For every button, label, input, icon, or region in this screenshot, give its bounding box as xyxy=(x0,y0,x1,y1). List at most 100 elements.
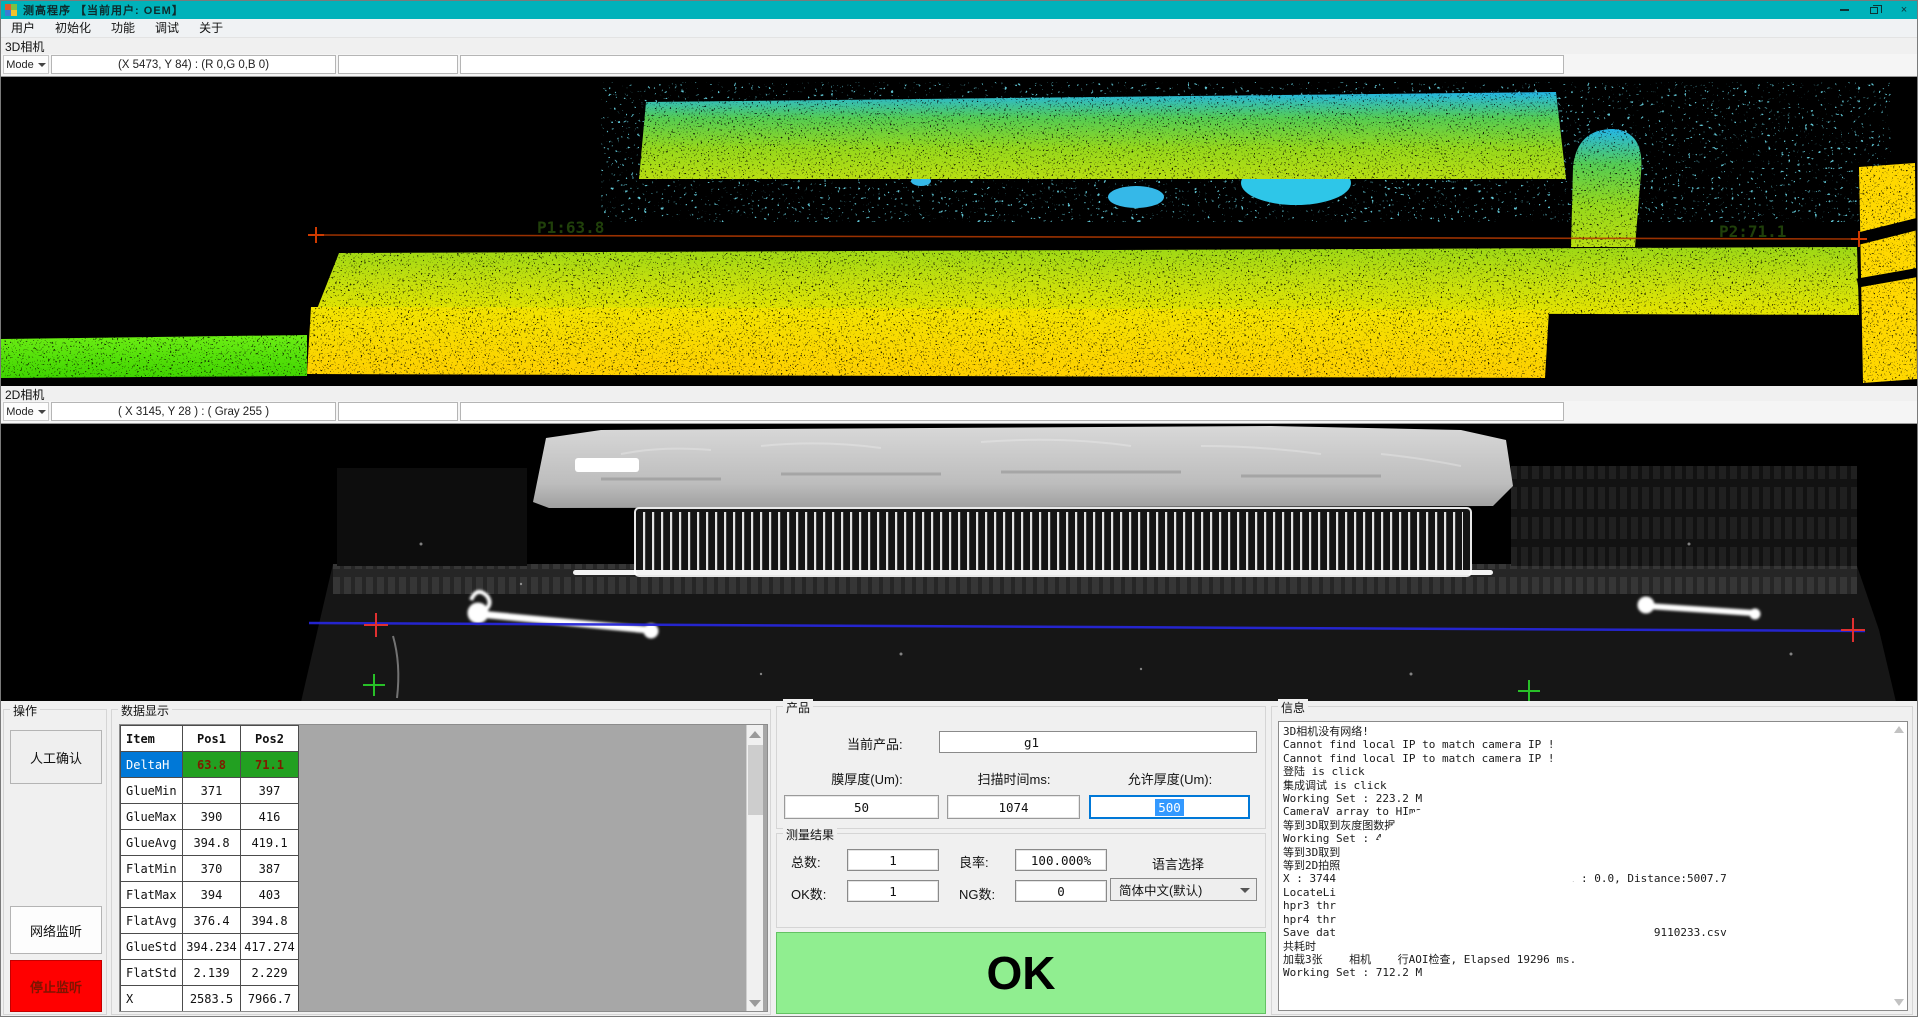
image-viewer-3d[interactable]: P1:63.8 P2:71.1 xyxy=(1,76,1918,386)
title-bar: 测高程序 【当前用户: OEM】 × xyxy=(1,1,1918,19)
product-title: 产品 xyxy=(783,699,813,716)
status-box-3d-3 xyxy=(460,55,1564,74)
current-product-field[interactable]: g1 xyxy=(939,731,1257,753)
ng-count-label: NG数: xyxy=(959,884,995,903)
mode-dropdown-2d[interactable]: Mode xyxy=(3,402,49,421)
film-thickness-label: 膜厚度(Um): xyxy=(797,769,937,788)
info-group: 信息 3D相机没有网络!Cannot find local IP to matc… xyxy=(1271,706,1913,1015)
scroll-down-icon[interactable] xyxy=(1894,999,1904,1006)
status-box-3d-2 xyxy=(338,55,458,74)
table-row[interactable]: GlueMin 371 397 xyxy=(121,778,299,804)
ng-count-field[interactable]: 0 xyxy=(1015,880,1107,902)
table-row[interactable]: FlatAvg 376.4 394.8 xyxy=(121,908,299,934)
manual-confirm-button[interactable]: 人工确认 xyxy=(10,730,102,784)
menu-function[interactable]: 功能 xyxy=(101,19,145,38)
allowed-thickness-field[interactable]: 500 xyxy=(1089,795,1250,819)
scroll-up-icon[interactable] xyxy=(1894,726,1904,733)
log-line: 集成调试 is click xyxy=(1283,779,1887,792)
table-row[interactable]: GlueAvg 394.8 419.1 xyxy=(121,830,299,856)
table-row[interactable]: GlueStd 394.234 417.274 xyxy=(121,934,299,960)
menu-about[interactable]: 关于 xyxy=(189,19,233,38)
data-grid[interactable]: Item Pos1 Pos2 DeltaH 63.8 71.1 xyxy=(119,724,768,1012)
current-product-label: 当前产品: xyxy=(847,734,937,753)
bottom-panel: 操作 人工确认 网络监听 停止监听 数据显示 Item Pos1 Pos2 xyxy=(1,701,1918,1017)
col-item: Item xyxy=(121,726,183,752)
col-pos1: Pos1 xyxy=(183,726,241,752)
results-title: 测量结果 xyxy=(783,826,837,843)
status-box-2d-2 xyxy=(338,402,458,421)
menu-debug[interactable]: 调试 xyxy=(145,19,189,38)
status-box-2d-3 xyxy=(460,402,1564,421)
mode-dropdown-3d[interactable]: Mode xyxy=(3,55,49,74)
camera-2d-label: 2D相机 xyxy=(1,386,1918,402)
total-label: 总数: xyxy=(791,852,821,871)
allowed-thickness-label: 允许厚度(Um): xyxy=(1095,769,1245,788)
table-row[interactable]: FlatMin 370 387 xyxy=(121,856,299,882)
ok-count-label: OK数: xyxy=(791,884,826,903)
camera-2d-toolbar: Mode ( X 3145, Y 28 ) : ( Gray 255 ) xyxy=(1,401,1918,423)
table-row[interactable]: FlatStd 2.139 2.229 xyxy=(121,960,299,986)
log-line: 等到3D取到灰度图数据。 xyxy=(1283,819,1887,832)
ok-count-field[interactable]: 1 xyxy=(847,880,939,902)
scan-time-field[interactable]: 1074 xyxy=(947,795,1080,819)
menu-user[interactable]: 用户 xyxy=(1,19,45,38)
yield-label: 良率: xyxy=(959,852,989,871)
yield-field[interactable]: 100.000% xyxy=(1015,849,1107,871)
operations-group: 操作 人工确认 网络监听 停止监听 xyxy=(3,709,107,1015)
p2-measure-label: P2:71.1 xyxy=(1719,222,1786,241)
log-line: Working Set : 421.0 M xyxy=(1283,832,1887,845)
log-line: 共耗时 xyxy=(1283,940,1887,953)
app-window: 测高程序 【当前用户: OEM】 × 用户 初始化 功能 调试 关于 3D相机 … xyxy=(0,0,1918,1017)
p1-measure-label: P1:63.8 xyxy=(537,218,604,237)
menu-bar: 用户 初始化 功能 调试 关于 xyxy=(1,19,1918,38)
pixel-status-2d: ( X 3145, Y 28 ) : ( Gray 255 ) xyxy=(51,402,336,421)
product-group: 产品 当前产品: g1 膜厚度(Um): 扫描时间ms: 允许厚度(Um): 5… xyxy=(776,706,1266,829)
pixel-status-3d: (X 5473, Y 84) : (R 0,G 0,B 0) xyxy=(51,55,336,74)
chevron-down-icon xyxy=(38,63,46,67)
restore-button[interactable] xyxy=(1859,1,1889,19)
image-viewer-2d[interactable] xyxy=(1,423,1918,701)
film-thickness-field[interactable]: 50 xyxy=(784,795,939,819)
camera-3d-toolbar: Mode (X 5473, Y 84) : (R 0,G 0,B 0) xyxy=(1,54,1918,76)
col-pos2: Pos2 xyxy=(241,726,299,752)
language-select[interactable]: 简体中文(默认) xyxy=(1110,878,1257,901)
log-line: Cannot find local IP to match camera IP … xyxy=(1283,752,1887,765)
table-header-row: Item Pos1 Pos2 xyxy=(121,726,299,752)
close-button[interactable]: × xyxy=(1889,1,1918,19)
camera-3d-label: 3D相机 xyxy=(1,38,1918,54)
log-line: Cannot find local IP to match camera IP … xyxy=(1283,738,1887,751)
log-line: 登陆 is click xyxy=(1283,765,1887,778)
log-line: CameraV array to HImage time : 3 ms xyxy=(1283,805,1887,818)
grayscale-2d xyxy=(1,424,1918,702)
log-line: Working Set : 223.2 M xyxy=(1283,792,1887,805)
stop-listen-button[interactable]: 停止监听 xyxy=(10,960,102,1012)
total-field[interactable]: 1 xyxy=(847,849,939,871)
chevron-down-icon xyxy=(1240,888,1250,893)
log-line: 3D相机没有网络! xyxy=(1283,725,1887,738)
results-group: 测量结果 总数: 1 良率: 100.000% 语言选择 OK数: 1 NG数:… xyxy=(776,833,1266,928)
data-display-title: 数据显示 xyxy=(118,702,172,719)
window-title: 测高程序 【当前用户: OEM】 xyxy=(23,2,184,18)
chevron-down-icon xyxy=(38,410,46,414)
scroll-thumb[interactable] xyxy=(748,745,763,815)
result-status-badge: OK xyxy=(776,932,1266,1014)
heightmap-3d: P1:63.8 P2:71.1 xyxy=(1,77,1918,387)
table-row[interactable]: DeltaH 63.8 71.1 xyxy=(121,752,299,778)
selected-text: 500 xyxy=(1155,799,1184,816)
minimize-button[interactable] xyxy=(1829,1,1859,19)
table-row[interactable]: X 2583.5 7966.7 xyxy=(121,986,299,1012)
restore-icon xyxy=(1870,7,1878,14)
language-label: 语言选择 xyxy=(1152,854,1204,873)
table-scrollbar[interactable] xyxy=(746,725,763,1012)
log-line: 加载3张 相机 行AOI检查, Elapsed 19296 ms. xyxy=(1283,953,1887,966)
network-listen-button[interactable]: 网络监听 xyxy=(10,906,102,954)
data-display-group: 数据显示 Item Pos1 Pos2 DeltaH xyxy=(111,709,771,1015)
app-icon xyxy=(5,4,17,16)
log-textbox[interactable]: 3D相机没有网络!Cannot find local IP to match c… xyxy=(1278,721,1908,1011)
table-row[interactable]: GlueMax 390 416 xyxy=(121,804,299,830)
table-row[interactable]: FlatMax 394 403 xyxy=(121,882,299,908)
scroll-up-icon[interactable] xyxy=(749,731,761,738)
menu-init[interactable]: 初始化 xyxy=(45,19,101,38)
scroll-down-icon[interactable] xyxy=(749,1000,761,1007)
operations-title: 操作 xyxy=(10,702,40,719)
